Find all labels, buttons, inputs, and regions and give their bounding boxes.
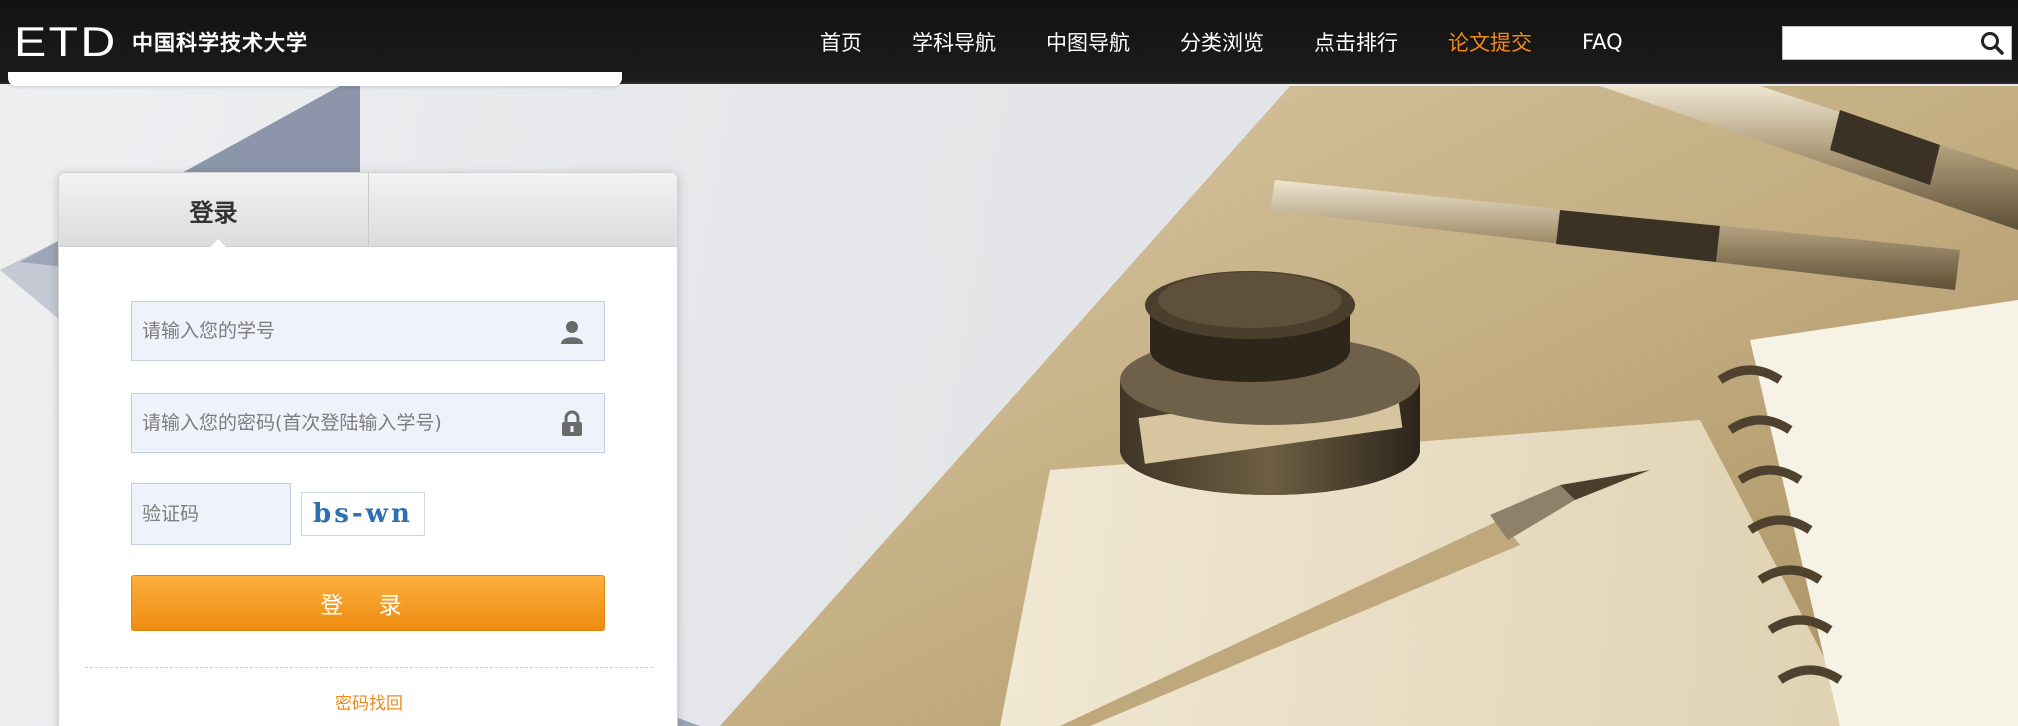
forgot-password-link[interactable]: 密码找回 xyxy=(59,689,677,714)
main-nav: 首页 学科导航 中图导航 分类浏览 点击排行 论文提交 FAQ xyxy=(820,0,1673,84)
brand[interactable]: ETD 中国科学技术大学 xyxy=(14,21,308,63)
login-button[interactable]: 登 录 xyxy=(131,575,605,631)
password-input[interactable] xyxy=(132,394,604,452)
header-dropdown-edge xyxy=(8,72,622,86)
lock-icon xyxy=(562,410,582,436)
username-input[interactable] xyxy=(132,302,604,360)
nav-item-clc-nav[interactable]: 中图导航 xyxy=(1046,27,1130,57)
tab-login-label: 登录 xyxy=(189,198,238,227)
search-box xyxy=(1782,26,2012,60)
user-icon xyxy=(561,321,583,344)
search-icon[interactable] xyxy=(1977,29,2007,57)
login-tabs: 登录 xyxy=(59,173,677,248)
nav-item-thesis-submit[interactable]: 论文提交 xyxy=(1448,27,1532,57)
captcha-input[interactable] xyxy=(131,483,291,545)
site-logo[interactable]: ETD xyxy=(14,21,118,63)
tab-caret xyxy=(209,239,227,248)
nav-item-category-browse[interactable]: 分类浏览 xyxy=(1180,27,1264,57)
nav-item-faq[interactable]: FAQ xyxy=(1582,30,1623,54)
decor-triangle-small xyxy=(0,240,60,320)
tab-login[interactable]: 登录 xyxy=(59,173,369,247)
captcha-text: bs-wn xyxy=(313,499,413,529)
nav-item-home[interactable]: 首页 xyxy=(820,27,862,57)
nav-item-subject-nav[interactable]: 学科导航 xyxy=(912,27,996,57)
captcha-image[interactable]: bs-wn xyxy=(301,492,425,536)
nav-item-rankings[interactable]: 点击排行 xyxy=(1314,27,1398,57)
search-input[interactable] xyxy=(1783,27,1973,59)
login-panel: 登录 bs-wn 登 录 密码找回 xyxy=(58,172,678,726)
divider xyxy=(85,667,653,668)
university-name: 中国科学技术大学 xyxy=(132,31,308,55)
username-field xyxy=(131,301,605,361)
password-field xyxy=(131,393,605,453)
